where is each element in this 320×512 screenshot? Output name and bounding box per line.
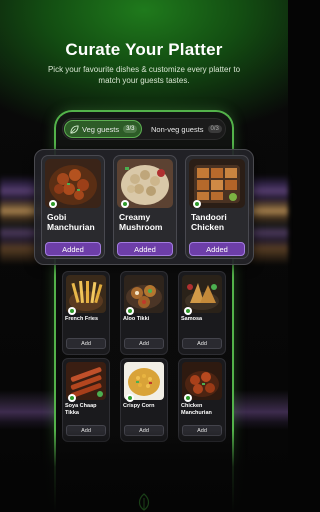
dish-name: Soya Chaap Tikka	[65, 403, 97, 416]
leaf-icon	[70, 124, 79, 134]
dish-name: Creamy Mushroom	[119, 212, 163, 232]
veg-indicator-icon	[68, 394, 76, 402]
veg-indicator-icon	[126, 307, 134, 315]
nonveg-count-badge: 0/3	[207, 125, 222, 133]
veg-count-badge: 3/3	[123, 125, 138, 133]
added-button[interactable]: Added	[117, 242, 173, 256]
added-dishes-panel: Gobi Manchurian Added Creamy Mushroom Ad…	[34, 149, 254, 265]
tab-nonveg-label: Non-veg guests	[151, 124, 204, 134]
dish-name: Chicken Manchurian	[181, 403, 212, 416]
dish-card-creamy-mushroom[interactable]: Creamy Mushroom Added	[113, 155, 177, 259]
added-button[interactable]: Added	[45, 242, 101, 256]
dish-name: Gobi Manchurian	[47, 212, 95, 232]
veg-indicator-icon	[68, 307, 76, 315]
veg-indicator-icon	[121, 200, 129, 208]
leaf-logo-icon	[138, 493, 150, 511]
tab-veg-guests[interactable]: Veg guests 3/3	[64, 120, 142, 138]
dish-name: French Fries	[65, 316, 99, 322]
dish-card-tandoori-chicken[interactable]: Tandoori Chicken Added	[185, 155, 249, 259]
page-subtitle: Pick your favourite dishes & customize e…	[47, 65, 241, 85]
guest-type-toggle: Veg guests 3/3 Non-veg guests 0/3	[62, 118, 226, 140]
dish-card-gobi-manchurian[interactable]: Gobi Manchurian Added	[41, 155, 105, 259]
veg-indicator-icon	[184, 307, 192, 315]
veg-indicator-icon	[126, 394, 134, 402]
add-button[interactable]: Add	[182, 338, 222, 349]
veg-indicator-icon	[49, 200, 57, 208]
dish-name: Aloo Tikki	[123, 316, 150, 322]
dish-name: Tandoori Chicken	[191, 212, 227, 232]
page-title: Curate Your Platter	[65, 40, 223, 59]
dish-card-aloo-tikki[interactable]: Aloo Tikki Add	[120, 271, 168, 355]
added-button[interactable]: Added	[189, 242, 245, 256]
add-button[interactable]: Add	[124, 338, 164, 349]
dish-name: Crispy Corn	[123, 403, 155, 409]
add-button[interactable]: Add	[66, 338, 106, 349]
dish-card-samosa[interactable]: Samosa Add	[178, 271, 226, 355]
veg-indicator-icon	[184, 394, 192, 402]
veg-indicator-icon	[193, 200, 201, 208]
dish-name: Samosa	[181, 316, 203, 322]
dish-card-french-fries[interactable]: French Fries Add	[62, 271, 110, 355]
tab-nonveg-guests[interactable]: Non-veg guests 0/3	[147, 120, 225, 138]
tab-veg-label: Veg guests	[82, 124, 120, 134]
